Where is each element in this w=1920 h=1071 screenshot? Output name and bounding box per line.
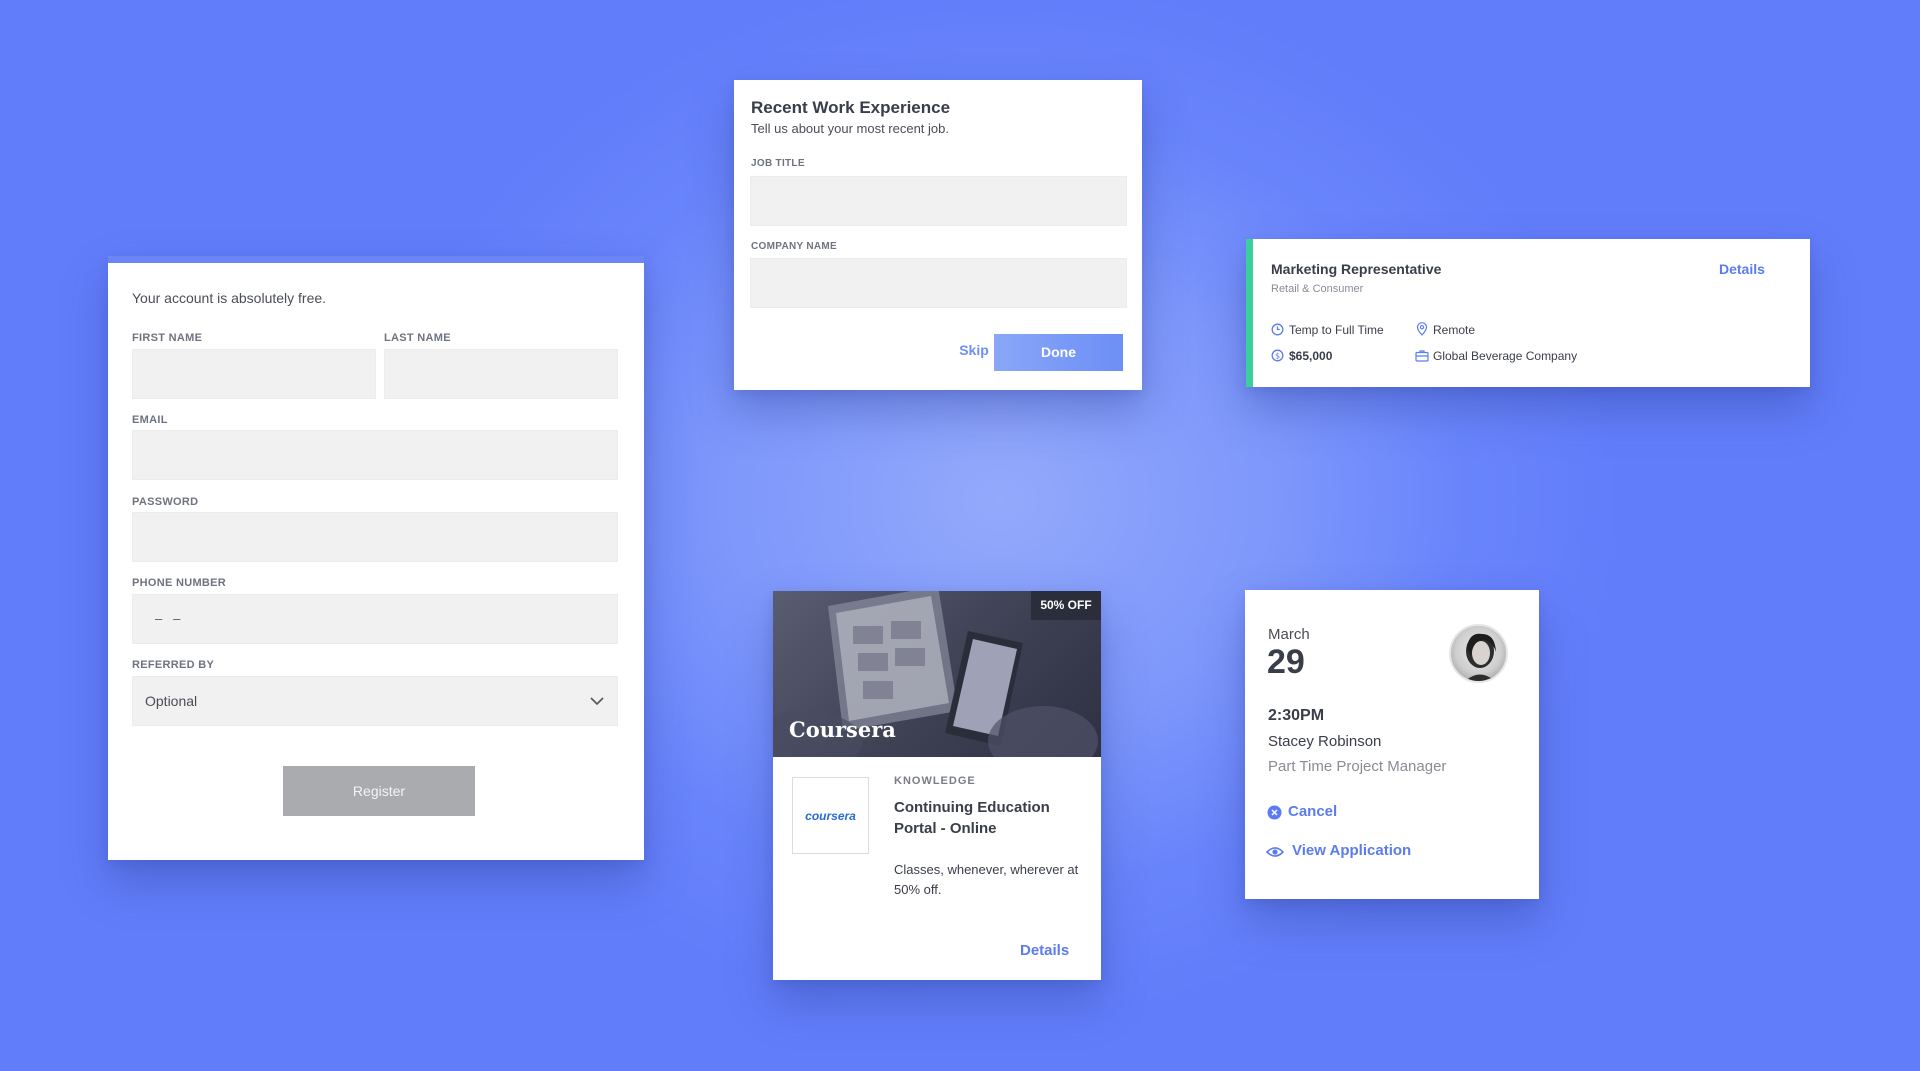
avatar (1449, 624, 1508, 683)
phone-number-field[interactable]: – – (132, 594, 618, 644)
employment-type: Temp to Full Time (1289, 323, 1384, 337)
coursera-logo: coursera (792, 777, 869, 854)
cancel-icon[interactable] (1267, 805, 1282, 820)
first-name-label: FIRST NAME (132, 332, 203, 344)
person-photo-icon (1465, 633, 1496, 681)
course-category: KNOWLEDGE (894, 775, 976, 787)
last-name-label: LAST NAME (384, 332, 451, 344)
company-name-label: COMPANY NAME (751, 241, 838, 252)
course-image-brand: Coursera (789, 717, 896, 742)
job-category: Retail & Consumer (1271, 283, 1364, 295)
chevron-down-icon (590, 697, 604, 706)
job-company: Global Beverage Company (1433, 349, 1578, 363)
appointment-month: March (1268, 626, 1310, 643)
svg-text:$: $ (1275, 351, 1280, 360)
salary-icon: $ (1271, 349, 1284, 362)
location-pin-icon (1416, 322, 1428, 336)
password-label: PASSWORD (132, 496, 199, 508)
appointment-role: Part Time Project Manager (1268, 758, 1447, 775)
coursera-logo-text: coursera (805, 808, 856, 823)
email-field[interactable] (132, 430, 618, 480)
clock-icon (1271, 323, 1284, 336)
work-experience-card: Recent Work Experience Tell us about you… (734, 80, 1142, 390)
email-label: EMAIL (132, 414, 168, 426)
course-details-link[interactable]: Details (1020, 942, 1069, 959)
discount-badge: 50% OFF (1031, 591, 1101, 620)
job-title-field[interactable] (750, 176, 1127, 226)
phone-number-label: PHONE NUMBER (132, 577, 227, 589)
appointment-card: March 29 2:30PM Stacey Robinson Part Tim… (1245, 590, 1539, 899)
course-title: Continuing Education Portal - Online (894, 799, 1050, 837)
company-name-field[interactable] (750, 258, 1127, 308)
appointment-time: 2:30PM (1268, 707, 1325, 724)
job-title-label: JOB TITLE (751, 158, 805, 169)
work-card-title: Recent Work Experience (751, 98, 951, 117)
work-card-subtitle: Tell us about your most recent job. (751, 121, 949, 136)
view-application-link[interactable]: View Application (1292, 842, 1411, 859)
course-offer-card: Coursera 50% OFF coursera KNOWLEDGE Cont… (773, 591, 1101, 980)
cancel-link[interactable]: Cancel (1288, 803, 1337, 820)
password-field[interactable] (132, 512, 618, 562)
referred-by-label: REFERRED BY (132, 659, 215, 671)
register-card-accent-bar (108, 256, 644, 263)
briefcase-icon (1415, 350, 1429, 362)
register-subtitle: Your account is absolutely free. (132, 290, 327, 306)
referred-by-value: Optional (145, 693, 198, 709)
job-location: Remote (1433, 323, 1476, 337)
first-name-field[interactable] (132, 349, 376, 399)
phone-number-placeholder: – – (155, 611, 181, 626)
job-title: Marketing Representative (1271, 261, 1442, 277)
register-card: Your account is absolutely free. FIRST N… (108, 256, 644, 860)
job-card-accent-bar (1246, 239, 1253, 387)
register-button[interactable]: Register (283, 766, 475, 816)
job-salary: $65,000 (1289, 349, 1333, 363)
job-listing-card: Marketing Representative Retail & Consum… (1246, 239, 1810, 387)
last-name-field[interactable] (384, 349, 618, 399)
referred-by-select[interactable]: Optional (132, 676, 618, 726)
job-details-link[interactable]: Details (1719, 261, 1765, 277)
eye-icon[interactable] (1266, 846, 1284, 858)
appointment-name: Stacey Robinson (1268, 733, 1382, 750)
course-description: Classes, whenever, wherever at 50% off. (894, 862, 1079, 897)
done-button[interactable]: Done (994, 334, 1123, 371)
appointment-day: 29 (1267, 643, 1305, 681)
